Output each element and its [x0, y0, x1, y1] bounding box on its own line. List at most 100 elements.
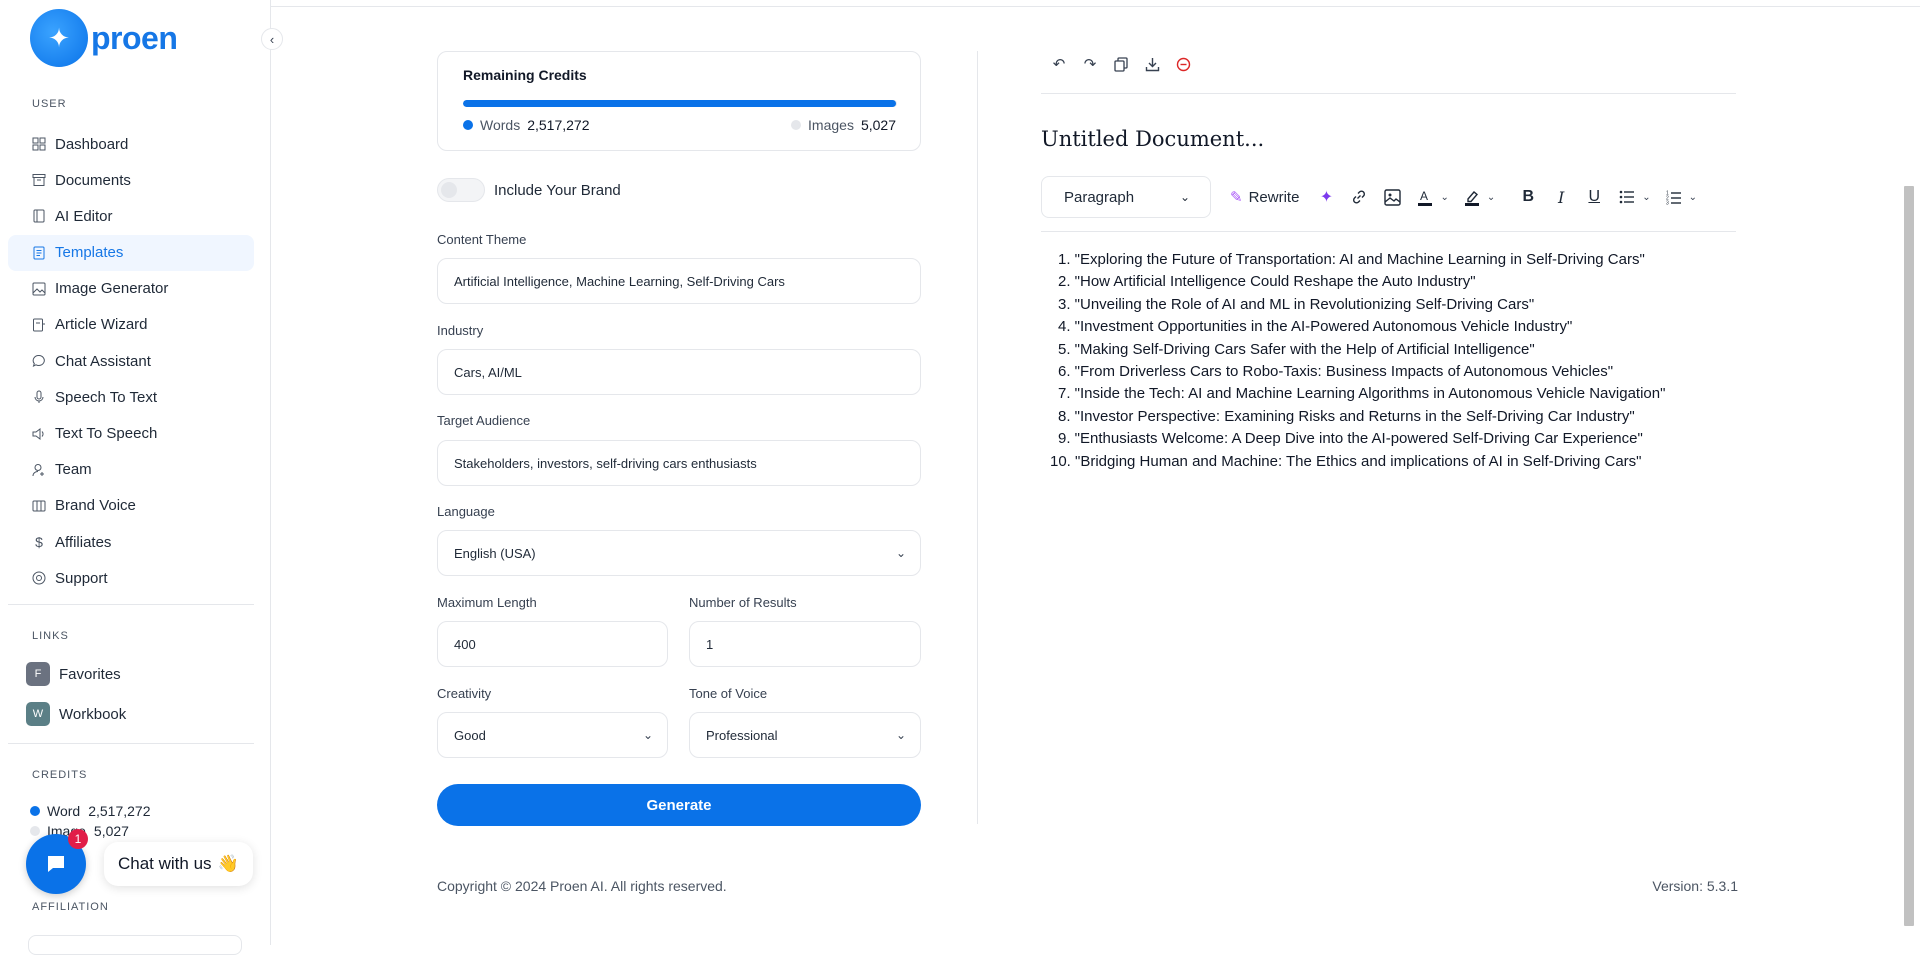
sidebar-item-team[interactable]: Team — [8, 452, 254, 488]
include-brand-row: Include Your Brand — [437, 178, 621, 202]
italic-icon[interactable]: I — [1548, 184, 1574, 210]
link-icon[interactable] — [1346, 184, 1372, 210]
sidebar-item-label: Templates — [55, 244, 124, 262]
bold-icon[interactable]: B — [1515, 184, 1541, 210]
tone-value: Professional — [706, 727, 778, 743]
ordered-list-icon[interactable]: 123 — [1661, 184, 1687, 210]
chevron-down-icon[interactable]: ⌄ — [1487, 192, 1495, 203]
sidebar-item-label: Text To Speech — [55, 425, 158, 442]
sidebar-item-label: Affiliates — [55, 533, 112, 551]
num-results-value: 1 — [706, 636, 714, 652]
chevron-down-icon[interactable]: ⌄ — [1440, 192, 1448, 203]
copy-icon[interactable] — [1108, 53, 1134, 75]
affiliation-field[interactable] — [28, 935, 242, 955]
credit-word-value: 2,517,272 — [88, 803, 151, 819]
word-dot — [30, 806, 40, 816]
format-toolbar-divider — [1041, 231, 1736, 232]
chevron-down-icon: ⌄ — [1179, 190, 1190, 204]
sidebar-item-label: Speech To Text — [55, 388, 158, 406]
credit-word: Word 2,517,272 — [30, 803, 151, 819]
book-icon — [31, 208, 47, 224]
sidebar-divider — [8, 743, 254, 744]
download-icon[interactable] — [1139, 53, 1165, 75]
format-toolbar: Paragraph ⌄ ✎ Rewrite ✦ A ⌄ ⌄ B I U ⌄ 12… — [1041, 176, 1707, 218]
rewrite-button[interactable]: ✎ Rewrite — [1230, 188, 1299, 207]
creativity-select[interactable]: Good ⌄ — [437, 712, 668, 758]
footer-version: Version: 5.3.1 — [1652, 878, 1738, 894]
sidebar-item-text-to-speech[interactable]: Text To Speech — [8, 416, 254, 452]
underline-icon[interactable]: U — [1581, 184, 1607, 210]
chevron-down-icon[interactable]: ⌄ — [1642, 192, 1650, 203]
max-length-value: 400 — [454, 636, 476, 652]
image-dot — [30, 826, 40, 836]
chevron-down-icon[interactable]: ⌄ — [1689, 192, 1697, 203]
industry-value: Cars, AI/ML — [454, 364, 522, 380]
sidebar-item-speech-to-text[interactable]: Speech To Text — [8, 379, 254, 415]
section-label-user: USER — [32, 98, 67, 110]
link-workbook[interactable]: W Workbook — [26, 702, 126, 726]
sidebar-item-templates[interactable]: Templates — [8, 234, 254, 271]
sidebar-item-article-wizard[interactable]: Article Wizard — [8, 307, 254, 343]
list-item: 1. "Exploring the Future of Transportati… — [1058, 251, 1645, 268]
language-select[interactable]: English (USA) ⌄ — [437, 530, 921, 576]
target-audience-input[interactable]: Stakeholders, investors, self-driving ca… — [437, 440, 921, 486]
max-length-label: Maximum Length — [437, 595, 537, 610]
industry-input[interactable]: Cars, AI/ML — [437, 349, 921, 395]
num-results-label: Number of Results — [689, 595, 797, 610]
list-item: 8. "Investor Perspective: Examining Risk… — [1058, 407, 1635, 425]
redo-icon[interactable]: ↷ — [1077, 53, 1103, 75]
sidebar-item-support[interactable]: Support — [8, 560, 254, 596]
tone-select[interactable]: Professional ⌄ — [689, 712, 921, 758]
panel-divider — [977, 51, 978, 824]
undo-icon[interactable]: ↶ — [1046, 53, 1072, 75]
include-brand-toggle[interactable] — [437, 178, 485, 202]
image-insert-icon[interactable] — [1379, 184, 1405, 210]
workbook-badge: W — [26, 702, 50, 726]
sidebar-item-brand-voice[interactable]: Brand Voice — [8, 488, 254, 524]
image-icon — [31, 281, 47, 297]
credits-title: Remaining Credits — [463, 67, 587, 83]
link-favorites[interactable]: F Favorites — [26, 662, 121, 686]
ai-sparkle-icon[interactable]: ✦ — [1313, 184, 1339, 210]
message-icon — [31, 353, 47, 369]
page-scrollbar[interactable] — [1904, 186, 1914, 926]
sidebar: ✦ proen USER Dashboard Documents AI Edit… — [0, 0, 271, 955]
document-content[interactable]: 1. "Exploring the Future of Transportati… — [1050, 249, 1665, 473]
include-brand-label: Include Your Brand — [494, 181, 621, 199]
collapse-sidebar-button[interactable]: ‹ — [261, 28, 283, 50]
section-label-credits: CREDITS — [32, 769, 88, 781]
sidebar-item-ai-editor[interactable]: AI Editor — [8, 198, 254, 234]
sidebar-item-image-generator[interactable]: Image Generator — [8, 271, 254, 307]
editor-top-divider — [1041, 93, 1736, 94]
footer-copyright: Copyright © 2024 Proen AI. All rights re… — [437, 878, 727, 894]
chat-unread-badge: 1 — [68, 829, 88, 849]
text-color-icon[interactable]: A — [1412, 184, 1438, 210]
chat-with-us-bubble[interactable]: Chat with us 👋 — [104, 842, 253, 886]
logo[interactable]: ✦ proen — [30, 9, 178, 67]
chevron-down-icon: ⌄ — [642, 728, 653, 742]
favorites-badge: F — [26, 662, 50, 686]
words-dot — [463, 120, 473, 130]
num-results-input[interactable]: 1 — [689, 621, 921, 667]
max-length-input[interactable]: 400 — [437, 621, 668, 667]
sidebar-item-dashboard[interactable]: Dashboard — [8, 126, 254, 162]
generate-button[interactable]: Generate — [437, 784, 921, 826]
words-label: Words — [480, 117, 521, 133]
words-value: 2,517,272 — [527, 117, 590, 133]
document-title[interactable]: Untitled Document... — [1041, 127, 1264, 151]
sidebar-item-chat-assistant[interactable]: Chat Assistant — [8, 343, 254, 379]
paragraph-style-select[interactable]: Paragraph ⌄ — [1041, 176, 1211, 218]
sidebar-item-label: Dashboard — [55, 135, 129, 153]
list-item: 9. "Enthusiasts Welcome: A Deep Dive int… — [1058, 430, 1643, 448]
chat-icon — [48, 856, 64, 872]
sidebar-item-affiliates[interactable]: $ Affiliates — [8, 524, 254, 560]
sidebar-item-label: Image Generator — [55, 280, 169, 298]
bullet-list-icon[interactable] — [1614, 184, 1640, 210]
sidebar-item-documents[interactable]: Documents — [8, 162, 254, 198]
content-theme-value: Artificial Intelligence, Machine Learnin… — [454, 273, 785, 289]
list-item: 5. "Making Self-Driving Cars Safer with … — [1058, 340, 1535, 358]
file-text-icon — [31, 245, 47, 261]
delete-icon[interactable] — [1170, 53, 1196, 75]
highlight-color-icon[interactable] — [1459, 184, 1485, 210]
content-theme-input[interactable]: Artificial Intelligence, Machine Learnin… — [437, 258, 921, 304]
